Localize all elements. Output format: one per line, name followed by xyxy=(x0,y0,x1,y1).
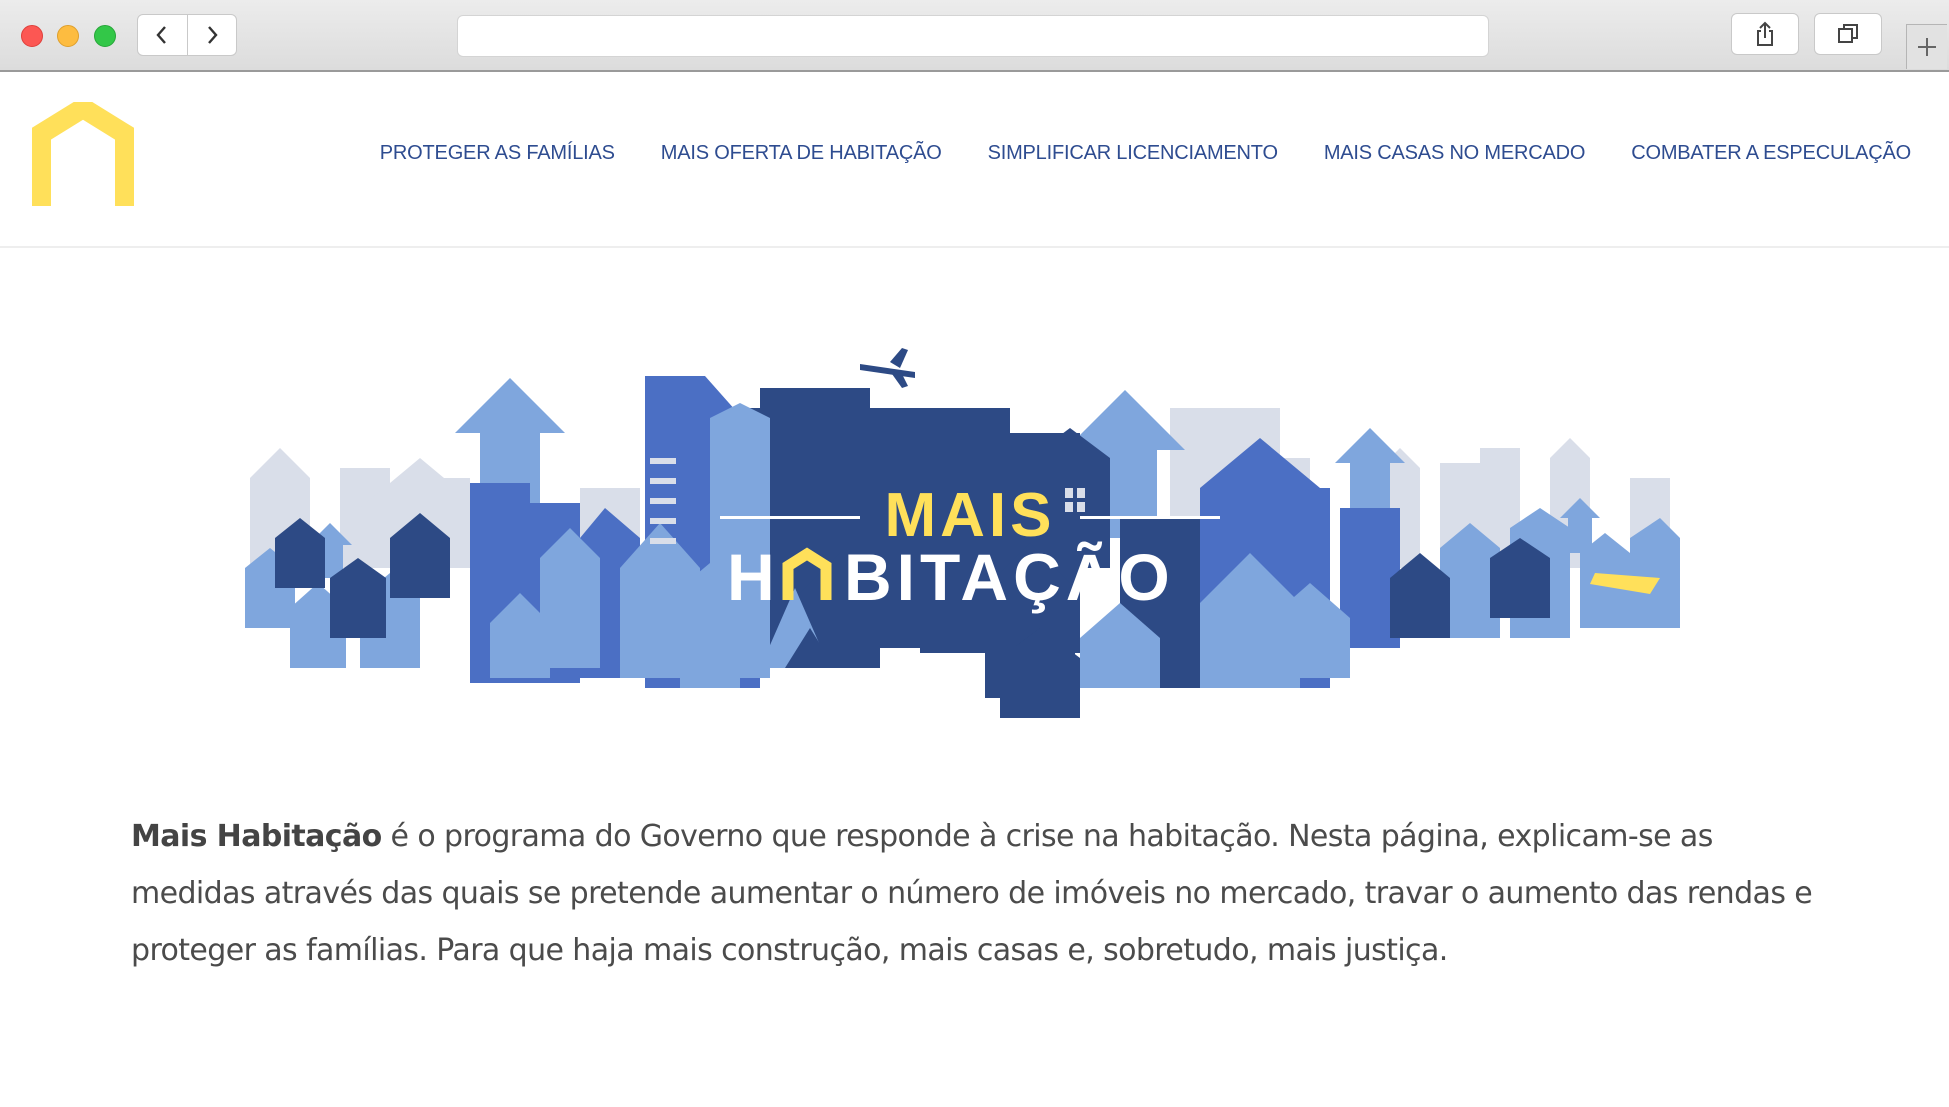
nav-mais-casas-mercado[interactable]: MAIS CASAS NO MERCADO xyxy=(1324,142,1586,165)
browser-toolbar xyxy=(0,0,1949,72)
history-nav xyxy=(137,14,237,56)
nav-combater-especulacao[interactable]: COMBATER A ESPECULAÇÃO xyxy=(1631,142,1911,165)
zoom-window-button[interactable] xyxy=(94,25,116,47)
intro-text: é o programa do Governo que responde à c… xyxy=(131,819,1813,968)
intro-program-name: Mais Habitação xyxy=(131,819,382,854)
svg-text:H: H xyxy=(727,540,775,614)
hero-illustration: MAIS H BITAÇÃO xyxy=(240,338,1680,778)
new-tab-button[interactable] xyxy=(1906,24,1947,69)
tabs-icon xyxy=(1838,24,1858,43)
forward-button[interactable] xyxy=(186,15,237,55)
hero-title-line2-rest: BITAÇÃO xyxy=(844,540,1175,614)
show-tabs-button[interactable] xyxy=(1814,13,1882,55)
chevron-right-icon xyxy=(207,26,218,44)
house-outline-icon xyxy=(31,96,135,206)
share-icon xyxy=(1757,21,1773,46)
share-button[interactable] xyxy=(1731,13,1799,55)
back-button[interactable] xyxy=(138,15,187,55)
address-bar[interactable] xyxy=(457,15,1489,57)
intro-paragraph: Mais Habitação é o programa do Governo q… xyxy=(131,808,1831,979)
main-nav: PROTEGER AS FAMÍLIAS MAIS OFERTA DE HABI… xyxy=(380,142,1911,165)
nav-mais-oferta-habitacao[interactable]: MAIS OFERTA DE HABITAÇÃO xyxy=(661,142,942,165)
nav-simplificar-licenciamento[interactable]: SIMPLIFICAR LICENCIAMENTO xyxy=(988,142,1278,165)
nav-proteger-familias[interactable]: PROTEGER AS FAMÍLIAS xyxy=(380,142,615,165)
site-header: PROTEGER AS FAMÍLIAS MAIS OFERTA DE HABI… xyxy=(0,72,1949,248)
chevron-left-icon xyxy=(156,26,167,44)
close-window-button[interactable] xyxy=(21,25,43,47)
city-skyline-illustration: MAIS H BITAÇÃO xyxy=(245,348,1680,718)
plus-icon xyxy=(1918,38,1936,56)
site-logo[interactable] xyxy=(31,96,135,210)
minimize-window-button[interactable] xyxy=(57,25,79,47)
